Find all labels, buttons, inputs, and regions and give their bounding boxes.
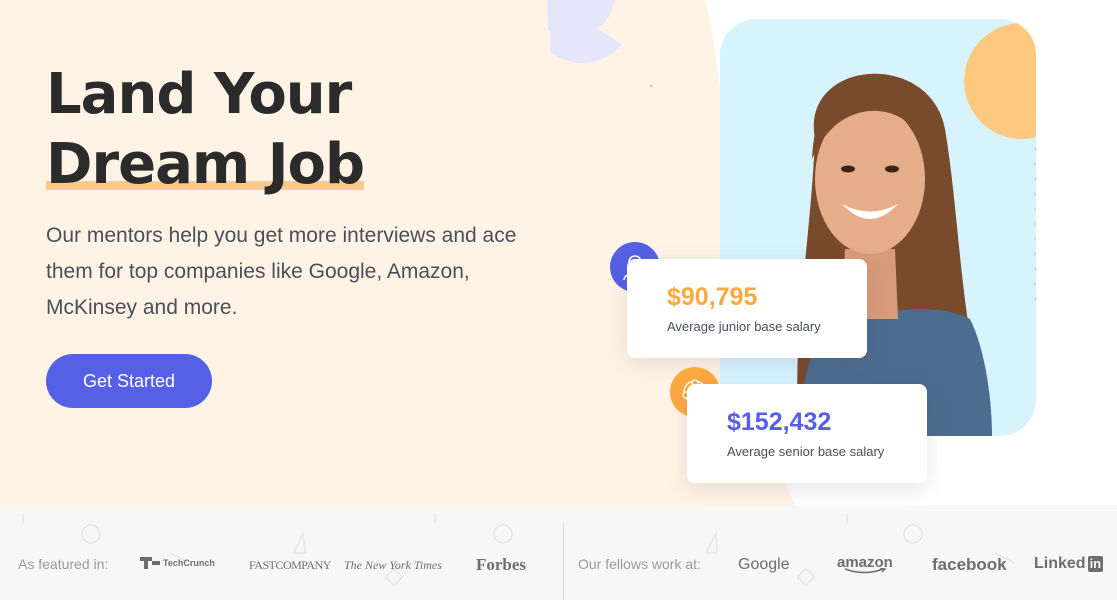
left-eye [841,165,855,173]
senior-salary-label: Average senior base salary [727,444,885,459]
techcrunch-logo-text: TechCrunch [163,558,215,568]
headline-line-1: Land Your [46,62,352,127]
headline-line-2: Dream Job [46,130,365,200]
dot-decoration [649,84,653,88]
amazon-smile-icon [844,568,887,574]
nytimes-logo[interactable]: The New York Times [344,558,442,573]
strip-background-decoration [22,513,1016,587]
blue-stripe-decoration [920,345,964,395]
senior-salary-card: $152,432 Average senior base salary [687,384,927,483]
right-eye [885,165,899,173]
headline-line-2-text: Dream Job [46,132,365,197]
techcrunch-logo[interactable]: TechCrunch [140,557,215,569]
linkedin-logo[interactable]: Linked in [1034,555,1104,573]
logo-strip-divider [563,523,564,600]
techcrunch-mark-icon [140,557,160,569]
featured-in-label: As featured in: [18,556,109,572]
hero-section: Land Your Dream Job Our mentors help you… [0,0,1117,505]
senior-salary-amount: $152,432 [727,408,832,436]
linkedin-in-badge: in [1087,556,1104,572]
junior-salary-label: Average junior base salary [667,319,821,334]
orange-circle-decoration [964,23,1036,139]
fellows-work-at-label: Our fellows work at: [578,556,701,572]
fastcompany-logo[interactable]: FASTCOMPANY [249,558,331,573]
logo-strip: As featured in: TechCrunch FASTCOMPANY T… [0,505,1117,600]
hero-subtitle: Our mentors help you get more interviews… [46,224,517,319]
facebook-logo[interactable]: facebook [932,555,1007,575]
dotted-pattern-decoration [1034,117,1036,301]
amazon-logo[interactable]: amazon [837,554,893,574]
junior-salary-amount: $90,795 [667,283,758,311]
junior-salary-card: $90,795 Average junior base salary [627,259,867,358]
forbes-logo[interactable]: Forbes [476,555,526,575]
page-title: Land Your Dream Job [46,60,365,200]
get-started-button[interactable]: Get Started [46,354,212,408]
linkedin-logo-text: Linked [1034,555,1086,572]
google-logo[interactable]: Google [738,556,790,574]
